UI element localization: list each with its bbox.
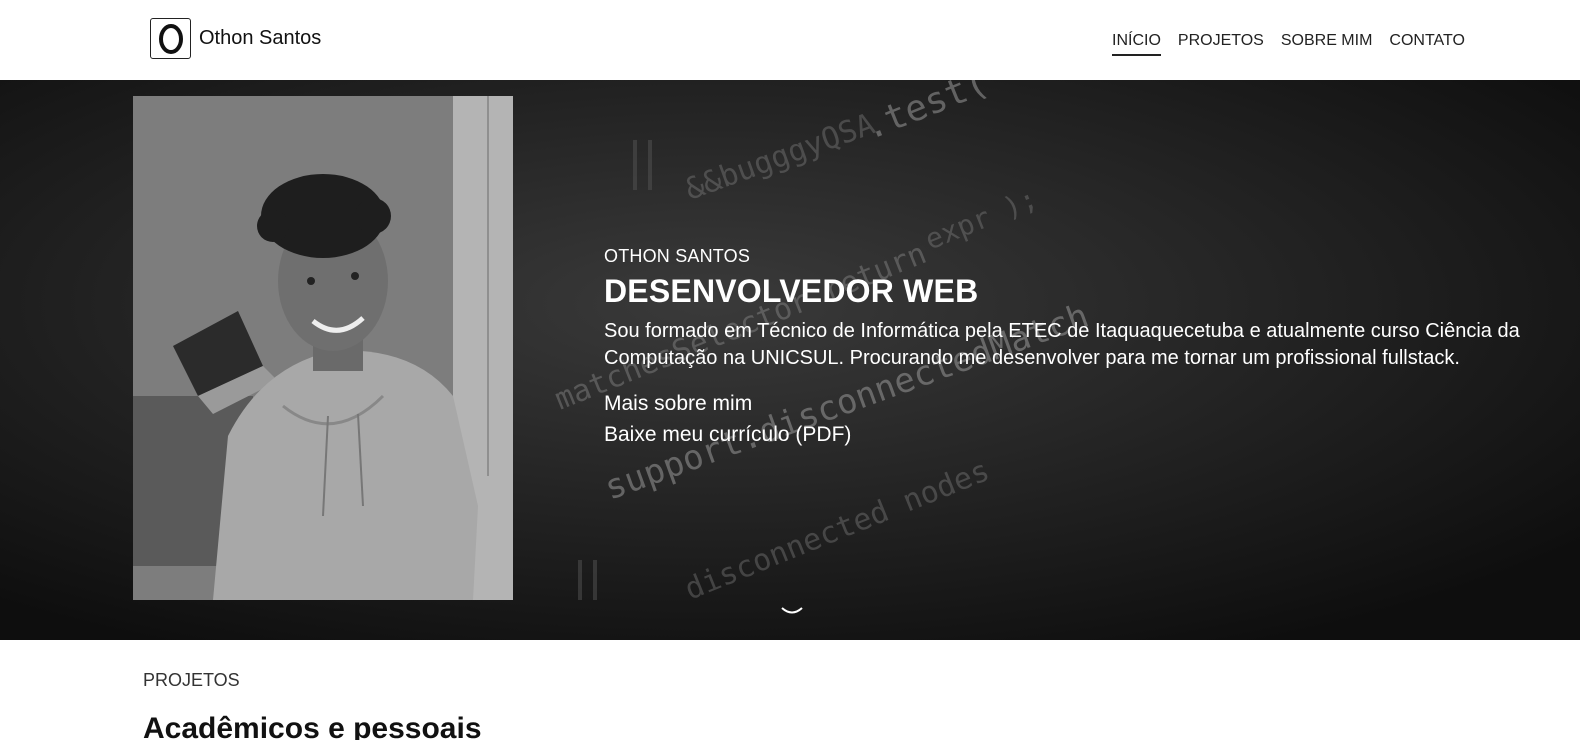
hero-headline: DESENVOLVEDOR WEB [604, 273, 979, 309]
download-resume-link[interactable]: Baixe meu currículo (PDF) [604, 419, 1534, 450]
brand-name: Othon Santos [199, 27, 322, 49]
site-header: Othon Santos INÍCIO PROJETOS SOBRE MIM C… [0, 0, 1580, 80]
profile-photo [133, 96, 513, 600]
hero-summary: Sou formado em Técnico de Informática pe… [604, 320, 1520, 369]
logo-letter-o [158, 23, 183, 54]
brand[interactable]: Othon Santos [150, 18, 321, 59]
about-me-link[interactable]: Mais sobre mim [604, 388, 1534, 419]
nav-item-inicio[interactable]: INÍCIO [1112, 32, 1161, 56]
chevron-down-icon[interactable] [780, 605, 804, 619]
nav-item-sobre-mim[interactable]: SOBRE MIM [1281, 32, 1373, 56]
nav-item-projetos[interactable]: PROJETOS [1178, 32, 1264, 56]
nav-item-contato[interactable]: CONTATO [1389, 32, 1465, 56]
hero-eyebrow: OTHON SANTOS [604, 246, 751, 266]
profile-photo-illustration [133, 96, 513, 600]
projects-eyebrow: PROJETOS [143, 670, 240, 690]
logo-icon [150, 18, 191, 59]
hero-text: OTHON SANTOS DESENVOLVEDOR WEB Sou forma… [604, 246, 1534, 450]
main-nav: INÍCIO PROJETOS SOBRE MIM CONTATO [1112, 32, 1465, 56]
hero-section: .test( expr &&bugggyQSA matchesSelector … [0, 80, 1580, 640]
projects-title: Acadêmicos e pessoais [143, 712, 482, 740]
